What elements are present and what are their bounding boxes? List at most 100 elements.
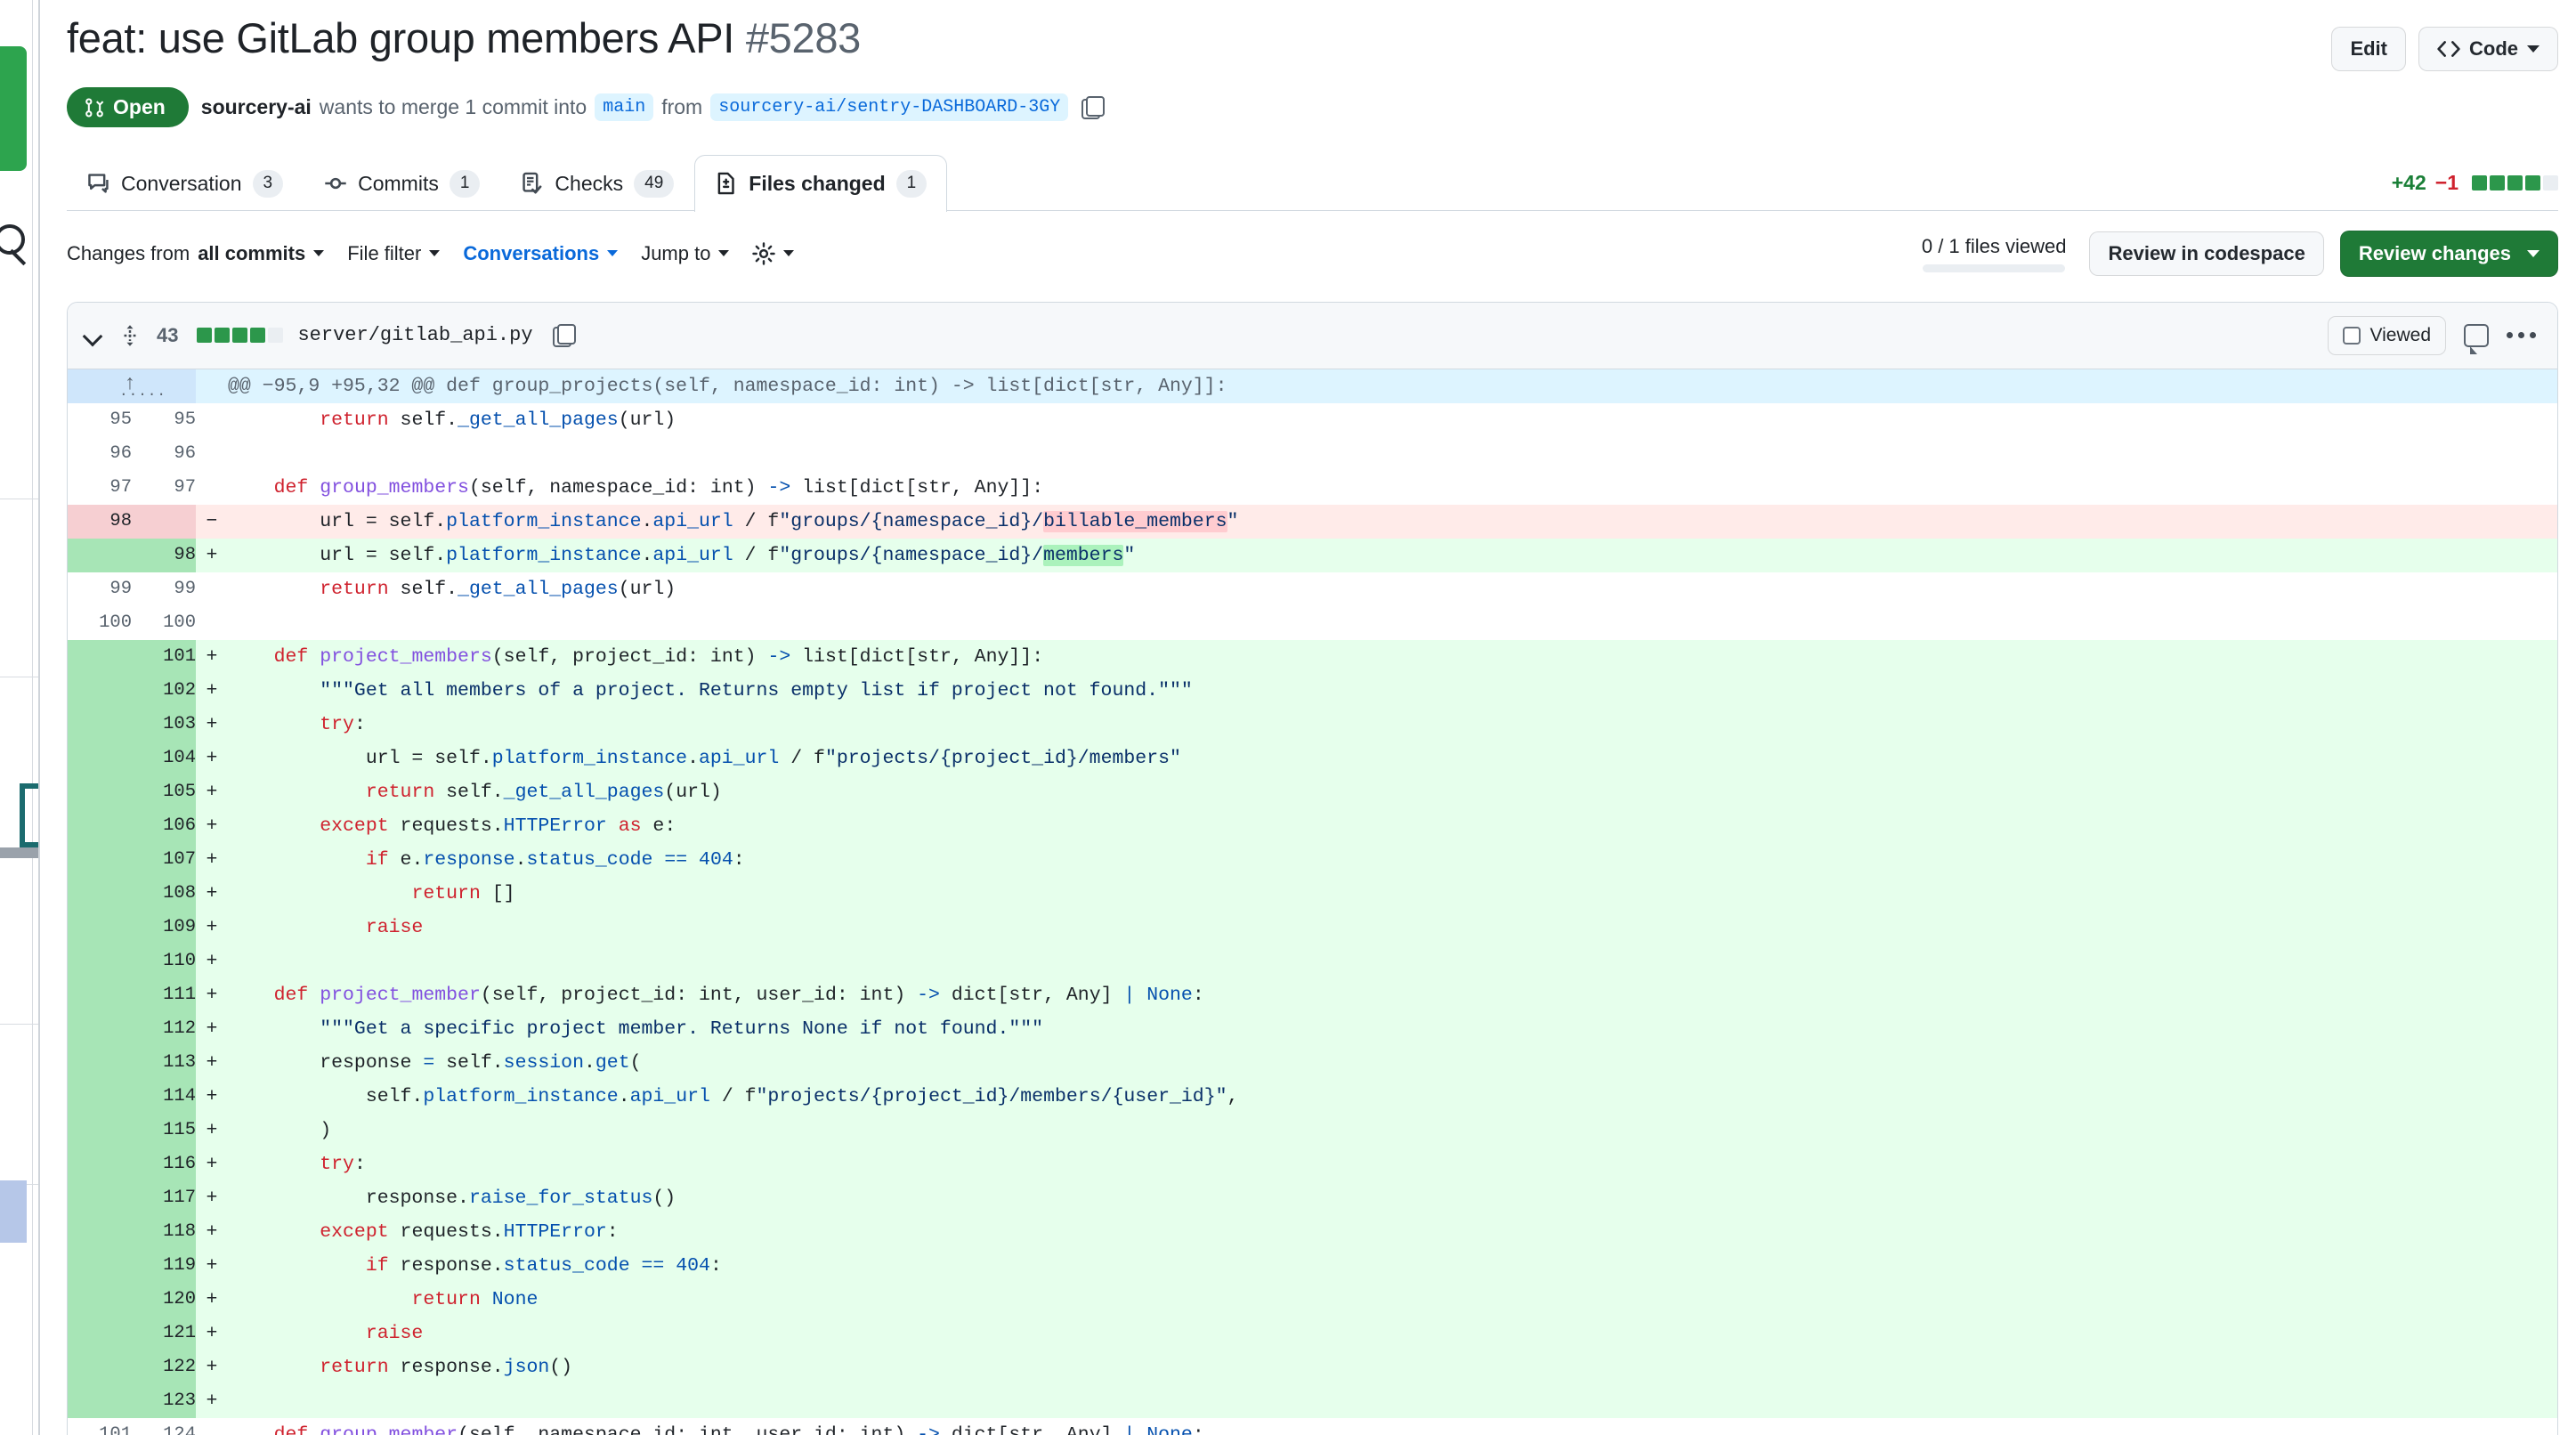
diff-marker — [196, 1417, 228, 1435]
tab-label: Checks — [555, 171, 624, 195]
code-line — [228, 436, 2557, 471]
old-line-number — [68, 1316, 132, 1350]
new-line-number: 104 — [132, 741, 196, 775]
table-row: 103 + try: — [68, 707, 2557, 742]
tab-list: Conversation 3 Commits 1 Checks 49 Files… — [67, 154, 948, 212]
code-line: except requests.HTTPError: — [228, 1214, 2557, 1249]
diff-marker: − — [196, 504, 228, 539]
move-diff-icon[interactable] — [117, 323, 142, 348]
old-line-number: 100 — [68, 605, 132, 640]
table-row: 113 + response = self.session.get( — [68, 1045, 2557, 1080]
changes-from-dropdown[interactable]: Changes from all commits — [67, 242, 325, 265]
toolbar-actions: 0 / 1 files viewed Review in codespace R… — [1921, 230, 2558, 277]
tab-checks[interactable]: Checks 49 — [500, 155, 694, 212]
old-line-number: 99 — [68, 572, 132, 606]
old-line-number — [68, 876, 132, 911]
review-in-codespace-button[interactable]: Review in codespace — [2089, 231, 2324, 276]
new-line-number: 107 — [132, 842, 196, 877]
github-pr-files-changed-page: feat: use GitLab group members API #5283… — [0, 0, 2576, 1435]
code-line — [228, 944, 2557, 978]
table-row: 100 100 — [68, 605, 2557, 640]
code-button-label: Code — [2469, 37, 2518, 60]
code-line — [228, 605, 2557, 640]
edit-button[interactable]: Edit — [2331, 27, 2406, 71]
file-filter-label: File filter — [347, 241, 422, 264]
table-row: 106 + except requests.HTTPError as e: — [68, 808, 2557, 843]
diff-settings-dropdown[interactable] — [752, 241, 795, 265]
table-row: 115 + ) — [68, 1113, 2557, 1147]
table-row: 96 96 — [68, 436, 2557, 471]
copy-branch-icon[interactable] — [1081, 95, 1106, 119]
file-path[interactable]: server/gitlab_api.py — [297, 324, 532, 346]
expand-up-icon[interactable] — [114, 367, 166, 411]
code-line: return [] — [228, 876, 2557, 911]
conversations-dropdown[interactable]: Conversations — [463, 242, 619, 265]
base-branch-chip[interactable]: main — [595, 93, 654, 121]
table-row: 101 + def project_members(self, project_… — [68, 639, 2557, 674]
table-row: 109 + raise — [68, 910, 2557, 945]
diff-marker: + — [196, 1079, 228, 1114]
table-row: 119 + if response.status_code == 404: — [68, 1248, 2557, 1283]
viewed-checkbox[interactable] — [2342, 326, 2361, 345]
old-line-number — [68, 1350, 132, 1384]
collapse-file-chevron-down-icon[interactable] — [84, 326, 103, 345]
diff-marker: + — [196, 842, 228, 877]
diff-marker — [196, 402, 228, 437]
status-badge-label: Open — [113, 95, 166, 118]
diff-marker: + — [196, 1113, 228, 1147]
diff-marker: + — [196, 876, 228, 911]
viewed-checkbox-button[interactable]: Viewed — [2327, 315, 2446, 355]
new-line-number: 98 — [132, 538, 196, 572]
diff-marker: + — [196, 808, 228, 843]
code-line: return None — [228, 1282, 2557, 1317]
code-line: """Get all members of a project. Returns… — [228, 673, 2557, 708]
review-changes-button[interactable]: Review changes — [2339, 230, 2558, 277]
diff-file-card: 43 server/gitlab_api.py Viewed ↑ ····· @… — [67, 301, 2558, 1435]
old-line-number — [68, 774, 132, 809]
table-row: 104 + url = self.platform_instance.api_u… — [68, 741, 2557, 775]
head-branch-chip[interactable]: sourcery-ai/sentry-DASHBOARD-3GY — [710, 93, 1069, 121]
tab-counter: 1 — [449, 170, 481, 198]
table-row: 121 + raise — [68, 1316, 2557, 1350]
diff-marker: + — [196, 1383, 228, 1418]
tab-counter: 49 — [634, 170, 675, 198]
file-filter-dropdown[interactable]: File filter — [347, 241, 441, 265]
new-line-number: 97 — [132, 470, 196, 505]
new-line-number: 122 — [132, 1350, 196, 1384]
commit-icon — [325, 178, 346, 190]
tab-files-changed[interactable]: Files changed 1 — [694, 155, 948, 212]
new-line-number: 96 — [132, 436, 196, 471]
table-row: 101 124 def group_member(self, namespace… — [68, 1417, 2557, 1435]
old-line-number — [68, 639, 132, 674]
review-changes-label: Review changes — [2358, 241, 2511, 264]
code-line: self.platform_instance.api_url / f"proje… — [228, 1079, 2557, 1114]
tab-commits[interactable]: Commits 1 — [304, 155, 500, 212]
tab-conversation[interactable]: Conversation 3 — [67, 155, 304, 212]
code-line: return self._get_all_pages(url) — [228, 774, 2557, 809]
diff-marker — [196, 369, 228, 403]
old-line-number — [68, 1180, 132, 1215]
table-row: 108 + return [] — [68, 876, 2557, 911]
copy-path-icon[interactable] — [552, 323, 576, 347]
code-line: """Get a specific project member. Return… — [228, 1011, 2557, 1046]
table-row: 114 + self.platform_instance.api_url / f… — [68, 1079, 2557, 1114]
code-button[interactable]: Code — [2418, 27, 2558, 71]
table-row: 107 + if e.response.status_code == 404: — [68, 842, 2557, 877]
new-line-number: 123 — [132, 1383, 196, 1418]
table-row: 122 + return response.json() — [68, 1350, 2557, 1384]
diff-marker: + — [196, 1011, 228, 1046]
file-comment-icon[interactable] — [2464, 323, 2489, 354]
tab-counter: 3 — [252, 170, 284, 198]
files-viewed-label: 0 / 1 files viewed — [1921, 234, 2067, 257]
code-line: try: — [228, 1147, 2557, 1181]
jump-to-dropdown[interactable]: Jump to — [641, 242, 730, 265]
file-options-kebab-menu-icon[interactable] — [2507, 332, 2536, 339]
expand-hunk-cell[interactable] — [68, 367, 196, 411]
table-row: 95 95 return self._get_all_pages(url) — [68, 402, 2557, 437]
old-line-number: 96 — [68, 436, 132, 471]
old-line-number — [68, 808, 132, 843]
old-line-number — [68, 1079, 132, 1114]
new-line-number: 102 — [132, 673, 196, 708]
background-green-badge — [0, 46, 27, 171]
pr-author[interactable]: sourcery-ai — [201, 95, 312, 119]
